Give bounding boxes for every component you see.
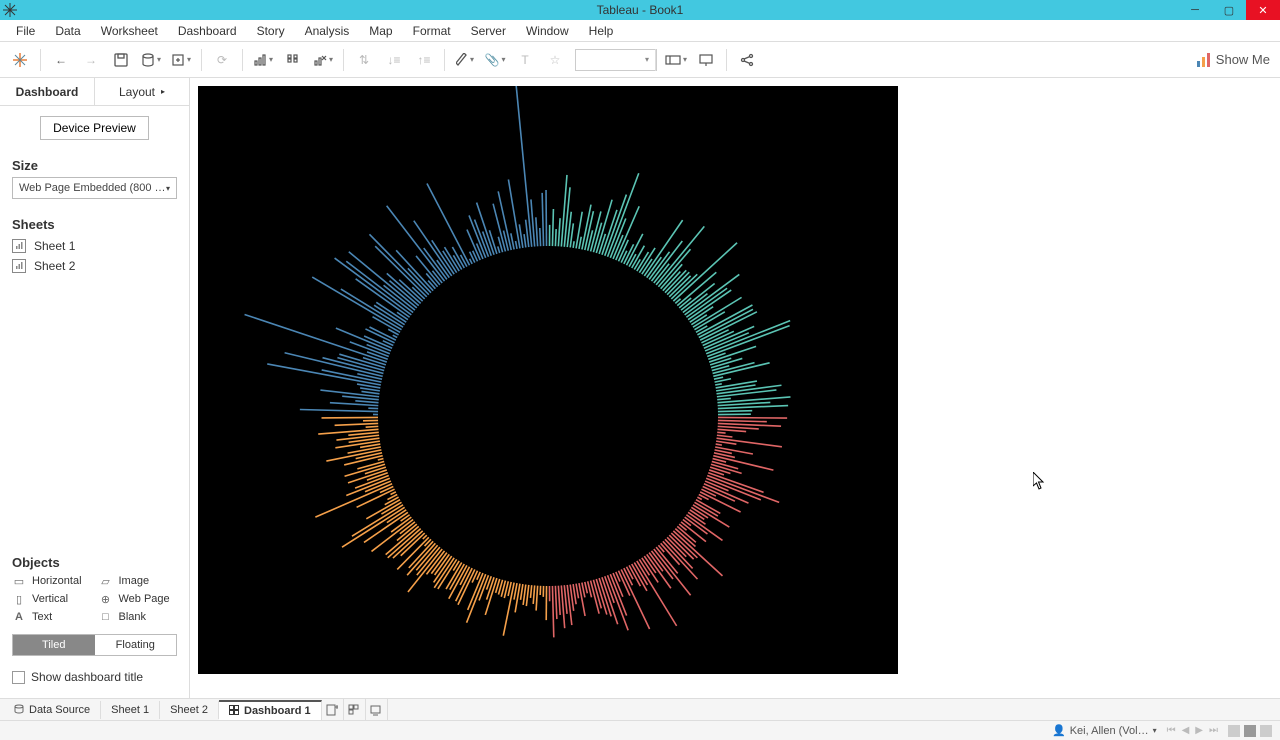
sheet-item-2[interactable]: Sheet 2 bbox=[12, 256, 177, 276]
tab-layout[interactable]: Layout▸ bbox=[94, 78, 189, 105]
device-preview-button[interactable]: Device Preview bbox=[40, 116, 149, 140]
save-icon[interactable] bbox=[107, 46, 135, 74]
object-horizontal[interactable]: ▭Horizontal bbox=[12, 574, 91, 588]
tableau-logo-icon bbox=[2, 2, 18, 18]
object-webpage[interactable]: ⊕Web Page bbox=[99, 592, 178, 606]
size-heading: Size bbox=[0, 150, 189, 177]
tab-sheet2[interactable]: Sheet 2 bbox=[160, 701, 219, 719]
image-icon: ▱ bbox=[99, 574, 113, 588]
blank-icon: □ bbox=[99, 610, 113, 624]
object-image[interactable]: ▱Image bbox=[99, 574, 178, 588]
menu-story[interactable]: Story bbox=[247, 22, 295, 40]
share-icon[interactable] bbox=[733, 46, 761, 74]
sheet-item-1[interactable]: Sheet 1 bbox=[12, 236, 177, 256]
text-icon: A bbox=[12, 610, 26, 624]
user-icon: 👤 bbox=[1052, 724, 1066, 737]
sort-asc-icon[interactable] bbox=[279, 46, 307, 74]
tableau-home-icon[interactable] bbox=[6, 46, 34, 74]
menu-worksheet[interactable]: Worksheet bbox=[91, 22, 168, 40]
toolbar: ← → ⟳ ⇅ ↓≡ ↑≡ 📎 T ☆ ▾ Show Me bbox=[0, 42, 1280, 78]
menu-help[interactable]: Help bbox=[579, 22, 624, 40]
floating-button[interactable]: Floating bbox=[95, 635, 177, 655]
window-titlebar: Tableau - Book1 ─ ▢ ✕ bbox=[0, 0, 1280, 20]
radial-bar-chart bbox=[198, 86, 898, 674]
checkbox-icon bbox=[12, 671, 25, 684]
undo-icon[interactable]: ← bbox=[47, 46, 75, 74]
globe-icon: ⊕ bbox=[99, 592, 113, 606]
menu-data[interactable]: Data bbox=[45, 22, 90, 40]
worksheet-icon bbox=[12, 239, 26, 253]
show-me-label: Show Me bbox=[1216, 52, 1270, 67]
fit-icon[interactable] bbox=[662, 46, 690, 74]
layout-mode-toggle: Tiled Floating bbox=[12, 634, 177, 656]
sheets-heading: Sheets bbox=[0, 209, 189, 236]
sort-asc-toolbar-icon[interactable]: ↑≡ bbox=[410, 46, 438, 74]
view-list-icon[interactable] bbox=[1244, 725, 1256, 737]
refresh-icon[interactable]: ⟳ bbox=[208, 46, 236, 74]
tab-data-source[interactable]: Data Source bbox=[4, 701, 101, 719]
dashboard-icon bbox=[229, 705, 240, 716]
menu-map[interactable]: Map bbox=[359, 22, 402, 40]
new-story-button[interactable] bbox=[366, 699, 388, 720]
menubar: File Data Worksheet Dashboard Story Anal… bbox=[0, 20, 1280, 42]
horizontal-icon: ▭ bbox=[12, 574, 26, 588]
close-button[interactable]: ✕ bbox=[1246, 0, 1280, 20]
pin-icon[interactable]: 📎 bbox=[481, 46, 509, 74]
tiled-button[interactable]: Tiled bbox=[13, 635, 95, 655]
new-worksheet-icon[interactable] bbox=[167, 46, 195, 74]
vertical-icon: ▯ bbox=[12, 592, 26, 606]
menu-dashboard[interactable]: Dashboard bbox=[168, 22, 247, 40]
show-title-checkbox-row[interactable]: Show dashboard title bbox=[12, 666, 177, 688]
dashboard-canvas[interactable] bbox=[198, 86, 898, 674]
new-dashboard-button[interactable] bbox=[344, 699, 366, 720]
view-switcher bbox=[1228, 725, 1272, 737]
menu-format[interactable]: Format bbox=[403, 22, 461, 40]
minimize-button[interactable]: ─ bbox=[1178, 0, 1212, 20]
worksheet-icon bbox=[12, 259, 26, 273]
group-icon[interactable]: ⇅ bbox=[350, 46, 378, 74]
menu-file[interactable]: File bbox=[6, 22, 45, 40]
sheet-tabs: Data Source Sheet 1 Sheet 2 Dashboard 1 bbox=[0, 698, 1280, 720]
show-me-button[interactable]: Show Me bbox=[1197, 52, 1270, 67]
sheet-nav: ⏮◀▶⏭ bbox=[1167, 725, 1218, 736]
menu-server[interactable]: Server bbox=[461, 22, 516, 40]
size-select[interactable]: Web Page Embedded (800 …▾ bbox=[12, 177, 177, 199]
sort-desc-toolbar-icon[interactable]: ↓≡ bbox=[380, 46, 408, 74]
datasource-icon bbox=[14, 704, 25, 715]
swap-icon[interactable] bbox=[249, 46, 277, 74]
new-worksheet-button[interactable] bbox=[322, 699, 344, 720]
objects-heading: Objects bbox=[12, 547, 177, 574]
dashboard-sidebar: Dashboard Layout▸ Device Preview Size We… bbox=[0, 78, 190, 698]
menu-analysis[interactable]: Analysis bbox=[295, 22, 360, 40]
tab-dashboard1[interactable]: Dashboard 1 bbox=[219, 700, 322, 720]
user-menu[interactable]: 👤Kei, Allen (Vol…▾ bbox=[1052, 724, 1157, 737]
new-data-source-icon[interactable] bbox=[137, 46, 165, 74]
menu-window[interactable]: Window bbox=[516, 22, 579, 40]
maximize-button[interactable]: ▢ bbox=[1212, 0, 1246, 20]
object-text[interactable]: AText bbox=[12, 610, 91, 624]
presentation-icon[interactable] bbox=[692, 46, 720, 74]
tab-dashboard[interactable]: Dashboard bbox=[0, 78, 94, 105]
window-title: Tableau - Book1 bbox=[597, 3, 684, 17]
object-vertical[interactable]: ▯Vertical bbox=[12, 592, 91, 606]
highlight-icon[interactable] bbox=[451, 46, 479, 74]
view-film-icon[interactable] bbox=[1260, 725, 1272, 737]
star-icon[interactable]: ☆ bbox=[541, 46, 569, 74]
object-blank[interactable]: □Blank bbox=[99, 610, 178, 624]
tab-sheet1[interactable]: Sheet 1 bbox=[101, 701, 160, 719]
statusbar: 👤Kei, Allen (Vol…▾ ⏮◀▶⏭ bbox=[0, 720, 1280, 740]
redo-icon[interactable]: → bbox=[77, 46, 105, 74]
clear-icon[interactable] bbox=[309, 46, 337, 74]
view-grid-icon[interactable] bbox=[1228, 725, 1240, 737]
label-icon[interactable]: T bbox=[511, 46, 539, 74]
